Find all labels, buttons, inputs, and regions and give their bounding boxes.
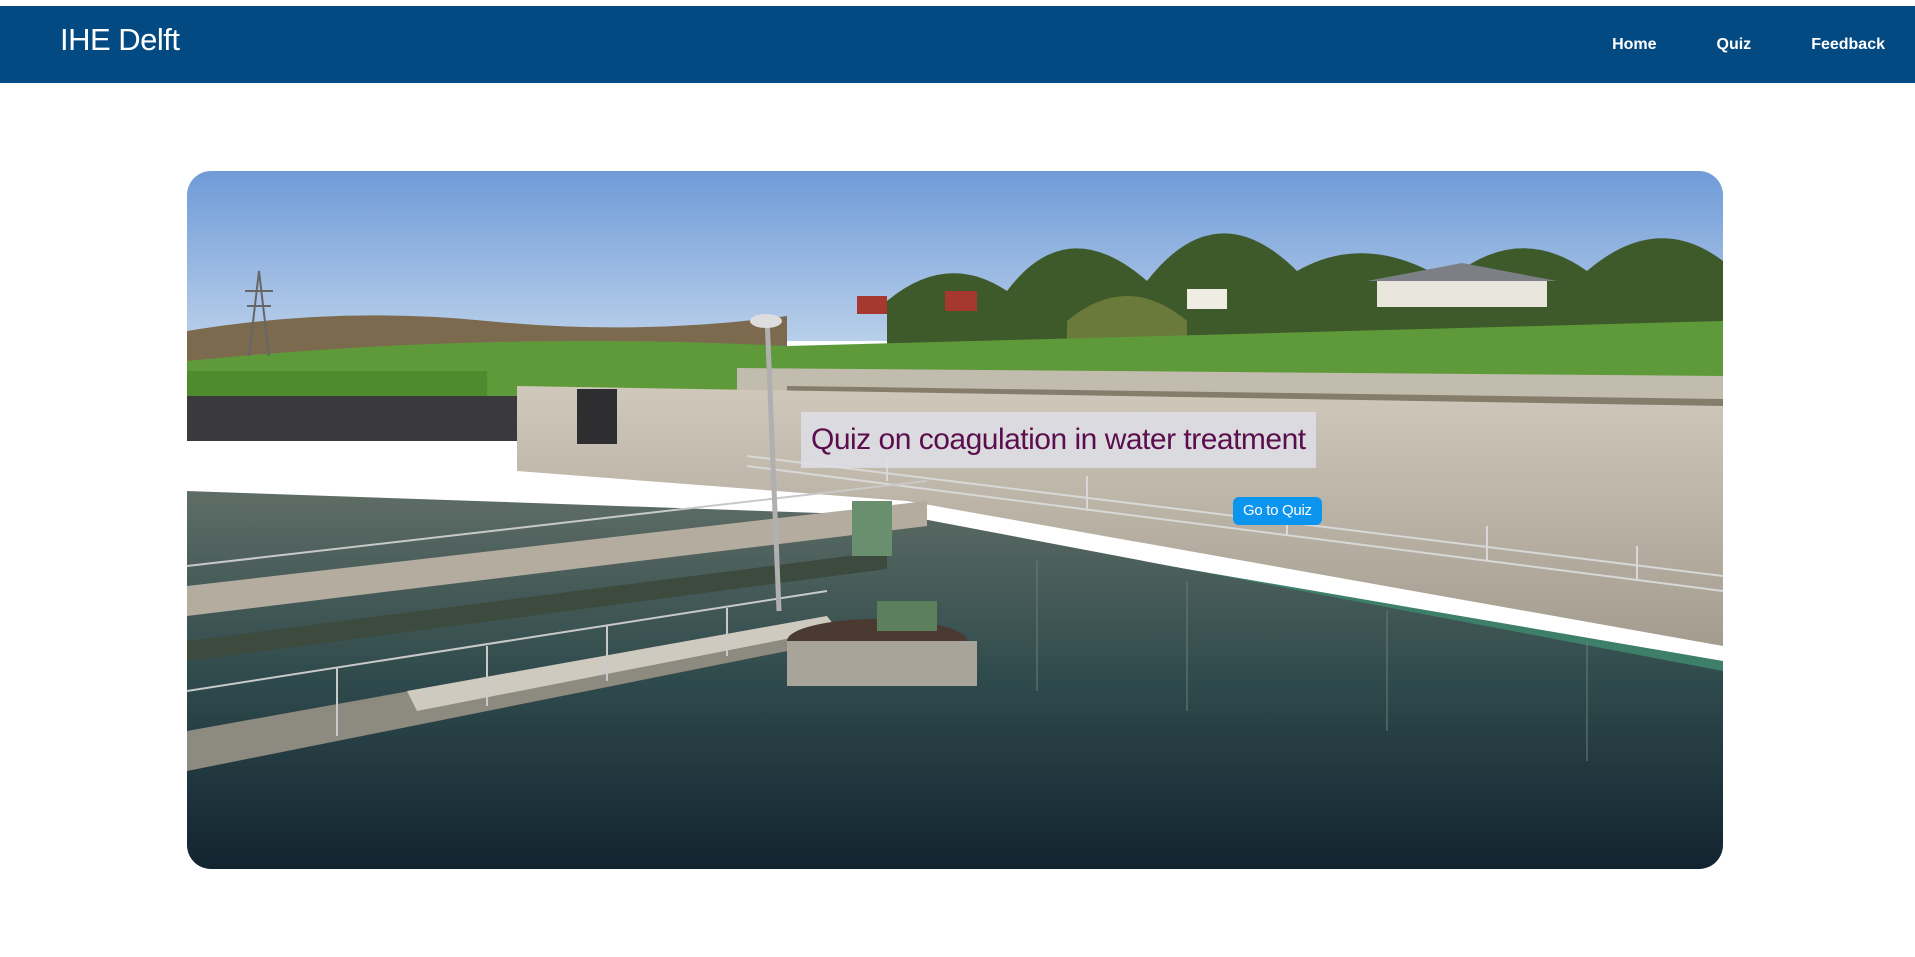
brand-link[interactable]: IHE Delft xyxy=(60,22,180,58)
hero-title: Quiz on coagulation in water treatment xyxy=(811,423,1306,456)
go-to-quiz-button[interactable]: Go to Quiz xyxy=(1233,497,1322,525)
hero-title-box: Quiz on coagulation in water treatment xyxy=(801,412,1316,468)
nav-feedback-link[interactable]: Feedback xyxy=(1811,36,1885,54)
hero-image xyxy=(187,171,1723,869)
nav-quiz-link[interactable]: Quiz xyxy=(1717,36,1752,54)
nav-links: Home Quiz Feedback xyxy=(1552,36,1885,54)
top-navbar: IHE Delft Home Quiz Feedback xyxy=(0,6,1915,83)
nav-home-link[interactable]: Home xyxy=(1612,36,1656,54)
hero-banner: Quiz on coagulation in water treatment G… xyxy=(187,171,1723,869)
